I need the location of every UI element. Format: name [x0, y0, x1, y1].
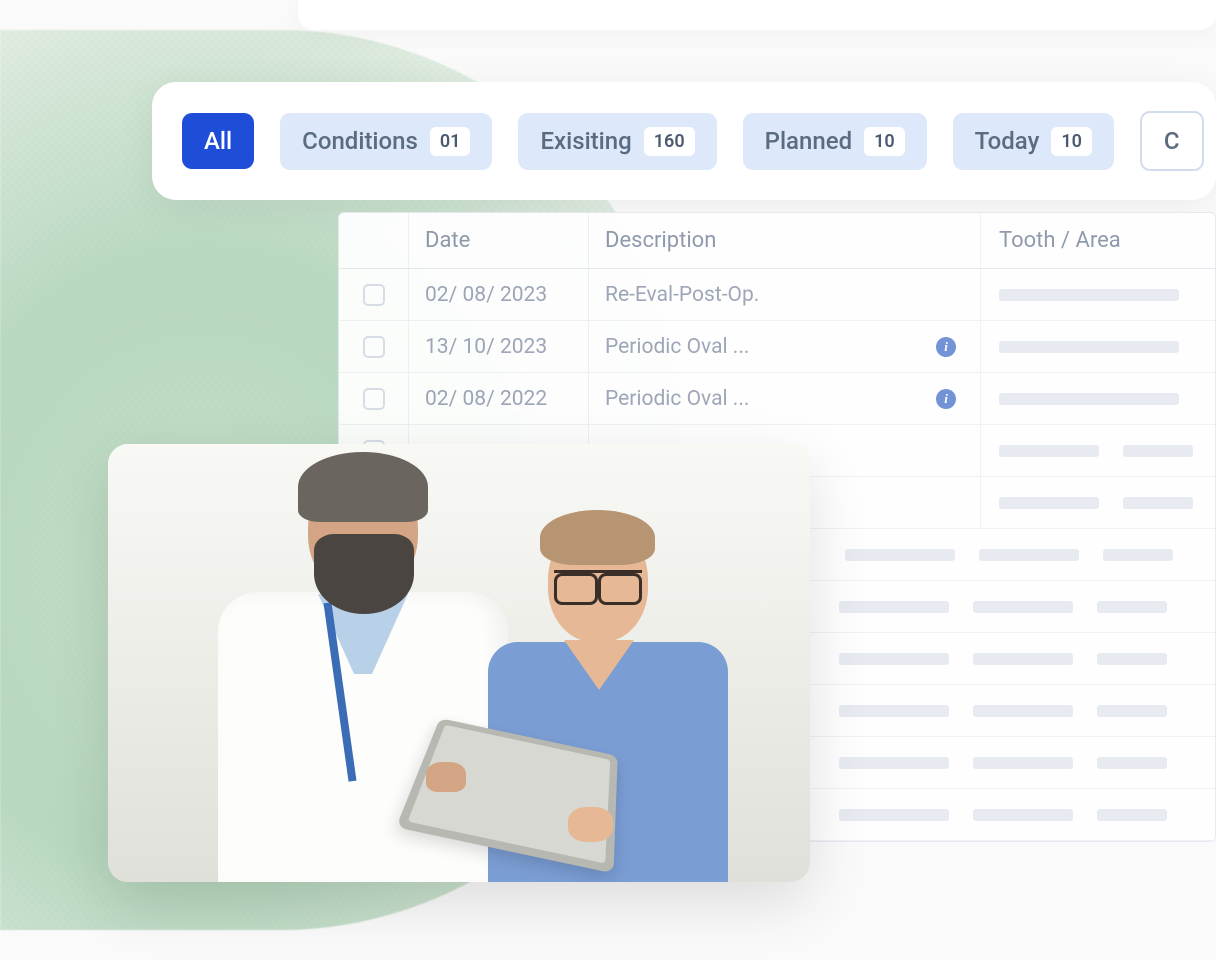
placeholder-bar [973, 757, 1073, 769]
placeholder-bar [1097, 757, 1167, 769]
placeholder-bar [999, 497, 1099, 509]
info-icon[interactable]: i [936, 337, 956, 357]
header-description: Description [589, 213, 981, 268]
tab-label: Planned [765, 127, 852, 155]
placeholder-bar [1123, 497, 1193, 509]
tab-existing[interactable]: Exisiting 160 [518, 113, 716, 170]
header-tooth-area: Tooth / Area [981, 228, 1215, 253]
placeholder-bar [973, 809, 1073, 821]
placeholder-bar [839, 809, 949, 821]
cell-description: Periodic Oval ... [605, 335, 749, 359]
placeholder-bar [839, 757, 949, 769]
placeholder-bar [839, 705, 949, 717]
cell-description: Re-Eval-Post-Op. [605, 283, 759, 307]
placeholder-bar [1097, 653, 1167, 665]
tab-count-badge: 01 [430, 127, 471, 156]
placeholder-bar [845, 549, 955, 561]
placeholder-bar [999, 341, 1179, 353]
table-row[interactable]: 13/ 10/ 2023 Periodic Oval ... i [339, 321, 1215, 373]
tab-all[interactable]: All [182, 113, 254, 169]
tab-label: All [204, 127, 232, 155]
tab-planned[interactable]: Planned 10 [743, 113, 927, 170]
placeholder-bar [973, 705, 1073, 717]
cell-description: Periodic Oval ... [605, 387, 749, 411]
tab-overflow[interactable]: C [1140, 111, 1204, 171]
placeholder-bar [839, 601, 949, 613]
placeholder-bar [999, 445, 1099, 457]
tab-count-badge: 10 [864, 127, 905, 156]
placeholder-bar [973, 601, 1073, 613]
tab-today[interactable]: Today 10 [953, 113, 1114, 170]
tab-label: Today [975, 127, 1040, 155]
tab-label: C [1164, 127, 1180, 155]
tab-count-badge: 160 [644, 127, 695, 156]
placeholder-bar [839, 653, 949, 665]
tab-conditions[interactable]: Conditions 01 [280, 113, 492, 170]
placeholder-bar [1097, 601, 1167, 613]
cell-date: 13/ 10/ 2023 [409, 321, 589, 372]
header-date: Date [409, 213, 589, 268]
tab-count-badge: 10 [1051, 127, 1092, 156]
placeholder-bar [999, 289, 1179, 301]
tab-label: Exisiting [540, 127, 631, 155]
placeholder-bar [1097, 705, 1167, 717]
table-row[interactable]: 02/ 08/ 2023 Re-Eval-Post-Op. [339, 269, 1215, 321]
placeholder-bar [1097, 809, 1167, 821]
table-header-row: Date Description Tooth / Area [339, 213, 1215, 269]
row-checkbox[interactable] [363, 284, 385, 306]
placeholder-bar [973, 653, 1073, 665]
table-row[interactable]: 02/ 08/ 2022 Periodic Oval ... i [339, 373, 1215, 425]
cell-date: 02/ 08/ 2023 [409, 269, 589, 320]
placeholder-bar [1123, 445, 1193, 457]
header-checkbox-col [339, 213, 409, 268]
photo-doctor-nurse-tablet [108, 444, 810, 882]
row-checkbox[interactable] [363, 336, 385, 358]
placeholder-bar [999, 393, 1179, 405]
filter-tabs-panel: All Conditions 01 Exisiting 160 Planned … [152, 82, 1216, 200]
top-panel-edge [298, 0, 1216, 30]
info-icon[interactable]: i [936, 389, 956, 409]
placeholder-bar [1103, 549, 1173, 561]
row-checkbox[interactable] [363, 388, 385, 410]
tab-label: Conditions [302, 127, 418, 155]
cell-date: 02/ 08/ 2022 [409, 373, 589, 424]
placeholder-bar [979, 549, 1079, 561]
